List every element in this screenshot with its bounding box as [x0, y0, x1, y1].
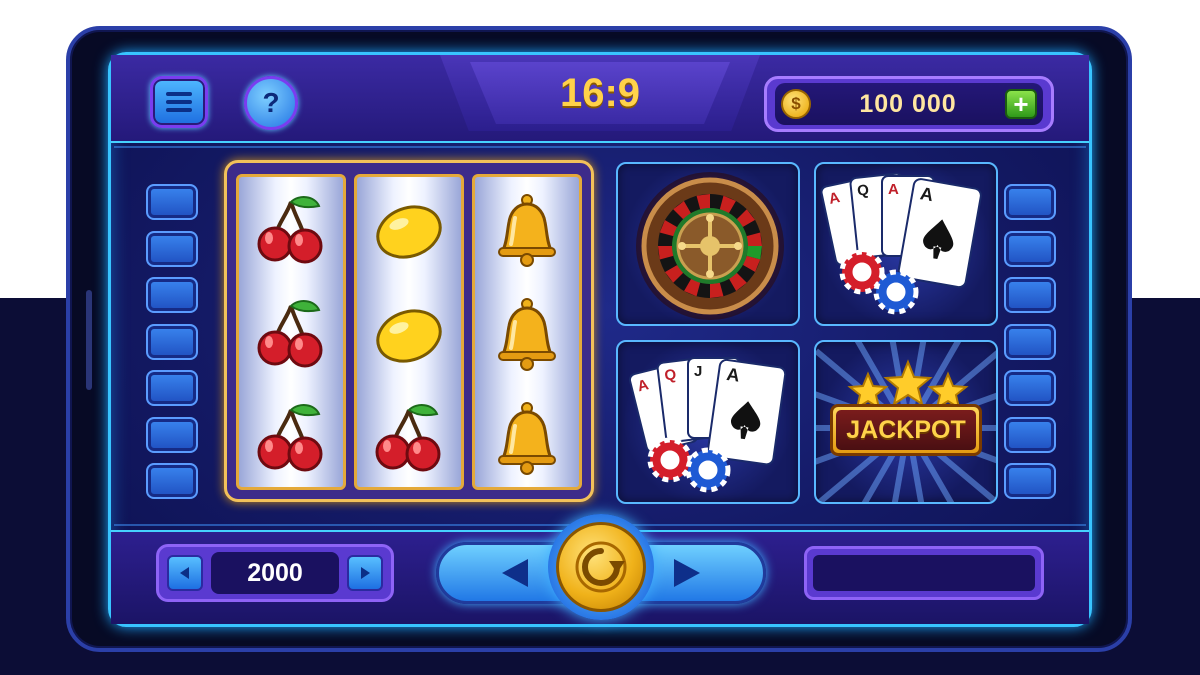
coin-icon: $	[781, 89, 811, 119]
arrow-right-icon	[674, 559, 700, 587]
roulette-game-tile[interactable]	[616, 162, 800, 326]
menu-button[interactable]	[150, 76, 208, 128]
bet-increase-button[interactable]	[347, 555, 383, 591]
side-slot-button[interactable]	[146, 323, 198, 360]
side-slot-button[interactable]	[146, 184, 198, 220]
playing-cards-icon: A Q J A	[628, 356, 787, 493]
svg-text:Q: Q	[856, 182, 870, 200]
refresh-icon	[575, 541, 627, 593]
svg-text:A: A	[725, 364, 741, 386]
balance-amount: 100 000	[859, 89, 957, 118]
cherry-icon	[253, 400, 329, 481]
lemon-icon	[371, 296, 447, 377]
add-coins-button[interactable]: +	[1005, 89, 1037, 119]
balance-panel: $ 100 000 +	[764, 76, 1054, 132]
hamburger-icon	[166, 92, 192, 112]
arrow-right-icon	[361, 567, 370, 579]
svg-text:Q: Q	[664, 366, 678, 384]
divider	[114, 146, 1086, 148]
tablet-side-button	[86, 290, 92, 390]
side-slot-button[interactable]	[146, 416, 198, 453]
svg-text:A: A	[888, 181, 899, 198]
bet-selector: 2000	[156, 544, 394, 602]
side-slot-button[interactable]	[1004, 370, 1056, 406]
svg-text:J: J	[694, 363, 702, 380]
lemon-icon	[371, 192, 447, 273]
side-slot-button[interactable]	[146, 463, 198, 499]
side-slot-button[interactable]	[1004, 184, 1056, 220]
side-slot-button[interactable]	[146, 277, 198, 313]
spin-button[interactable]	[556, 522, 646, 612]
roulette-icon	[636, 172, 784, 320]
message-panel	[804, 546, 1044, 600]
bet-decrease-button[interactable]	[167, 555, 203, 591]
page-title: 16:9	[470, 62, 730, 124]
bell-icon	[489, 296, 565, 377]
side-slot-button[interactable]	[1004, 230, 1056, 267]
playing-cards-icon: A Q A A	[820, 172, 982, 315]
jackpot-game-tile[interactable]: JACKPOT	[814, 340, 998, 504]
bet-amount: 2000	[211, 552, 339, 594]
cherry-icon	[371, 400, 447, 481]
arrow-left-icon	[502, 559, 528, 587]
message-display	[813, 555, 1035, 591]
side-slot-button[interactable]	[1004, 277, 1056, 313]
bell-icon	[489, 400, 565, 481]
cherry-icon	[253, 192, 329, 273]
poker-game-tile[interactable]: A Q A A	[814, 162, 998, 326]
jackpot-label: JACKPOT	[836, 410, 976, 450]
blackjack-game-tile[interactable]: A Q J A	[616, 340, 800, 504]
jackpot-sign: JACKPOT	[830, 404, 982, 456]
help-label: ?	[262, 87, 280, 118]
cherry-icon	[253, 296, 329, 377]
help-button[interactable]: ?	[244, 76, 298, 130]
side-slot-button[interactable]	[1004, 323, 1056, 360]
arrow-left-icon	[180, 567, 189, 579]
side-slot-button[interactable]	[146, 230, 198, 267]
side-slot-button[interactable]	[1004, 416, 1056, 453]
side-slot-button[interactable]	[1004, 463, 1056, 499]
bell-icon	[489, 192, 565, 273]
side-slot-button[interactable]	[146, 370, 198, 406]
